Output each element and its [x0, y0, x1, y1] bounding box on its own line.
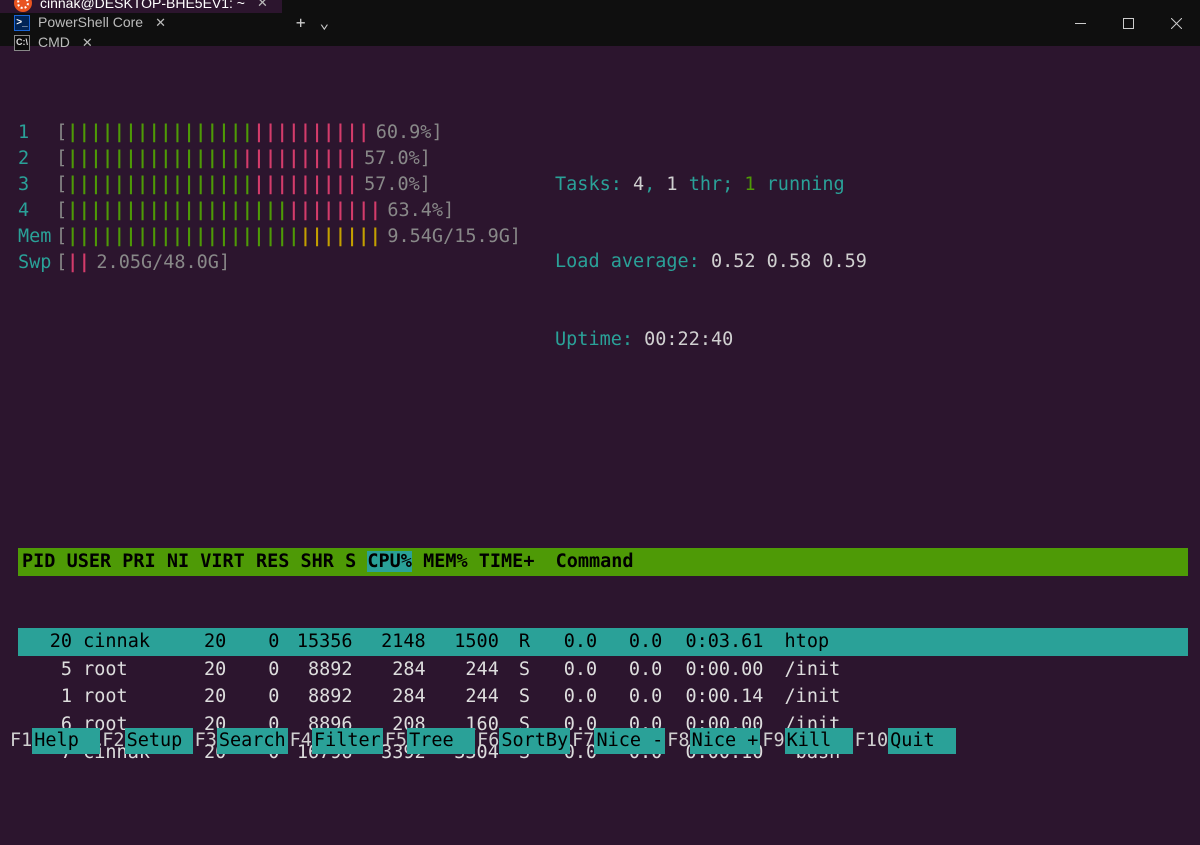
minimize-button[interactable]	[1056, 0, 1104, 46]
cpu-meter: 2[||||||||||||||||||||||||| 57.0%]	[18, 146, 521, 172]
process-header[interactable]: PID USER PRI NI VIRT RES SHR S CPU% MEM%…	[18, 548, 1188, 576]
table-row[interactable]: 20 cinnak 20 0 15356 2148 1500 R 0.0 0.0…	[18, 628, 1188, 656]
cmd-icon: C:\	[14, 35, 30, 51]
cpu-meter: 1[|||||||||||||||||||||||||| 60.9%]	[18, 120, 521, 146]
swap-meter: Swp[|| 2.05G/48.0G]	[18, 250, 521, 276]
tab-label: PowerShell Core	[38, 13, 143, 33]
fkey[interactable]: F9Kill	[760, 728, 852, 754]
tab-label: cinnak@DESKTOP-BHE5EV1: ~	[40, 0, 245, 13]
status-side: Tasks: 4, 1 thr; 1 running Load average:…	[555, 120, 867, 405]
close-icon[interactable]: ✕	[155, 14, 166, 32]
new-tab-button[interactable]: +	[296, 12, 306, 34]
close-icon[interactable]: ✕	[257, 0, 268, 13]
fkey[interactable]: F3Search	[193, 728, 288, 754]
cpu-meter: 4[||||||||||||||||||||||||||| 63.4%]	[18, 198, 521, 224]
tab-label: CMD	[38, 33, 70, 53]
window-controls	[1056, 0, 1200, 46]
fkey[interactable]: F6SortBy	[475, 728, 570, 754]
mem-meter: Mem[|||||||||||||||||||||||||||9.54G/15.…	[18, 224, 521, 250]
ubuntu-icon	[14, 0, 32, 12]
process-table: PID USER PRI NI VIRT RES SHR S CPU% MEM%…	[18, 496, 1200, 819]
footer: F1Help F2Setup F3SearchF4FilterF5Tree F6…	[0, 728, 1200, 754]
table-row[interactable]: 1 root 20 0 8892 284 244 S 0.0 0.0 0:00.…	[18, 683, 1200, 711]
tasks-label: Tasks:	[555, 174, 633, 195]
titlebar: cinnak@DESKTOP-BHE5EV1: ~✕>_PowerShell C…	[0, 0, 1200, 46]
cpu-meter: 3[||||||||||||||||||||||||| 57.0%]	[18, 172, 521, 198]
load-label: Load average:	[555, 251, 711, 272]
terminal: 1[|||||||||||||||||||||||||| 60.9%]2[|||…	[0, 46, 1200, 845]
maximize-button[interactable]	[1104, 0, 1152, 46]
tab[interactable]: >_ PowerShell Core ✕	[0, 13, 282, 33]
fkey[interactable]: F5Tree	[383, 728, 475, 754]
tab[interactable]: cinnak@DESKTOP-BHE5EV1: ~ ✕	[0, 0, 282, 13]
fkey[interactable]: F7Nice -	[570, 728, 665, 754]
close-icon[interactable]: ✕	[82, 34, 93, 52]
fkey[interactable]: F10Quit	[853, 728, 956, 754]
uptime-label: Uptime:	[555, 329, 644, 350]
meters: 1[|||||||||||||||||||||||||| 60.9%]2[|||…	[18, 120, 521, 276]
tab[interactable]: C:\ CMD ✕	[0, 33, 282, 53]
tab-dropdown-button[interactable]: ⌄	[320, 12, 330, 34]
tab-actions: + ⌄	[282, 12, 343, 34]
fkey[interactable]: F2Setup	[100, 728, 192, 754]
tabs-host: cinnak@DESKTOP-BHE5EV1: ~✕>_PowerShell C…	[0, 0, 282, 52]
powershell-icon: >_	[14, 15, 30, 31]
fkey[interactable]: F1Help	[8, 728, 100, 754]
fkey[interactable]: F8Nice +	[665, 728, 760, 754]
close-button[interactable]	[1152, 0, 1200, 46]
table-row[interactable]: 5 root 20 0 8892 284 244 S 0.0 0.0 0:00.…	[18, 656, 1200, 684]
fkey[interactable]: F4Filter	[288, 728, 383, 754]
